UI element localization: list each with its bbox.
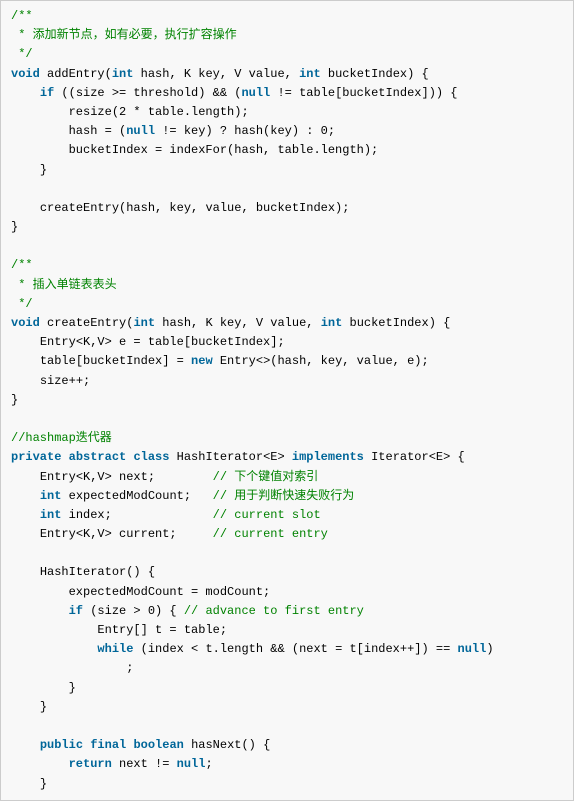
kw-abstract: abstract [69,450,127,464]
comment: // advance to first entry [184,604,364,618]
kw-null: null [177,757,206,771]
doc-line: /** [11,258,33,272]
kw-class: class [133,450,169,464]
code-text: Entry<K,V> e = table[bucketIndex]; [40,335,285,349]
kw-final: final [90,738,126,752]
kw-public: public [40,738,83,752]
code-text: index; [61,508,111,522]
code-text: ; [126,661,133,675]
close-brace: } [40,777,47,791]
doc-line: * 插入单链表表头 [11,278,117,292]
code-text: ; [205,757,212,771]
code-text: hasNext() { [184,738,270,752]
doc-line: /** [11,9,33,23]
close-brace: } [40,700,47,714]
code-text: Entry<>(hash, key, value, e); [213,354,429,368]
code-text: Entry<K,V> next; [40,470,155,484]
code-text: expectedModCount; [61,489,191,503]
code-text: ((size >= threshold) && ( [54,86,241,100]
kw-if: if [40,86,54,100]
kw-null: null [241,86,270,100]
kw-if: if [69,604,83,618]
kw-while: while [97,642,133,656]
kw-int: int [40,489,62,503]
code-text: resize(2 * table.length); [69,105,249,119]
code-text: HashIterator<E> [169,450,291,464]
code-block: /** * 添加新节点，如有必要，执行扩容操作 */ void addEntry… [0,0,574,801]
close-brace: } [11,393,18,407]
comment: // current entry [213,527,328,541]
kw-int: int [112,67,134,81]
code-text: Entry<K,V> current; [40,527,177,541]
code-text: bucketIndex) { [321,67,429,81]
code-text: (index < t.length && (next = t[index++])… [133,642,457,656]
code-text: bucketIndex) { [342,316,450,330]
code-text: bucketIndex = indexFor(hash, table.lengt… [69,143,379,157]
code-text: (size > 0) { [83,604,184,618]
doc-line: * 添加新节点，如有必要，执行扩容操作 [11,28,237,42]
doc-line: */ [11,47,33,61]
code-text: size++; [40,374,90,388]
code-text: != table[bucketIndex])) { [270,86,457,100]
code-text: next != [112,757,177,771]
comment: // current slot [213,508,321,522]
comment: //hashmap迭代器 [11,431,112,445]
code-text: != key) ? hash(key) : 0; [155,124,335,138]
kw-int: int [299,67,321,81]
kw-int: int [40,508,62,522]
kw-int: int [133,316,155,330]
code-text: hash = ( [69,124,127,138]
code-pre: /** * 添加新节点，如有必要，执行扩容操作 */ void addEntry… [11,7,567,794]
code-text: ) [486,642,493,656]
kw-return: return [69,757,112,771]
kw-null: null [126,124,155,138]
code-text: hash, K key, V value, [133,67,299,81]
code-text: expectedModCount = modCount; [69,585,271,599]
code-text: HashIterator() { [40,565,155,579]
code-text: Entry[] t = table; [97,623,227,637]
doc-line: */ [11,297,33,311]
code-text: createEntry(hash, key, value, bucketInde… [40,201,350,215]
kw-void: void [11,67,40,81]
kw-implements: implements [292,450,364,464]
comment: // 下个键值对索引 [213,470,319,484]
code-text: addEntry( [40,67,112,81]
kw-void: void [11,316,40,330]
close-brace: } [11,220,18,234]
close-brace: } [40,163,47,177]
kw-new: new [191,354,213,368]
code-text: hash, K key, V value, [155,316,321,330]
code-text: createEntry( [40,316,134,330]
kw-private: private [11,450,61,464]
kw-null: null [458,642,487,656]
comment: // 用于判断快速失败行为 [213,489,355,503]
code-text: table[bucketIndex] = [40,354,191,368]
close-brace: } [69,681,76,695]
kw-int: int [321,316,343,330]
code-text: Iterator<E> { [364,450,465,464]
kw-boolean: boolean [133,738,183,752]
